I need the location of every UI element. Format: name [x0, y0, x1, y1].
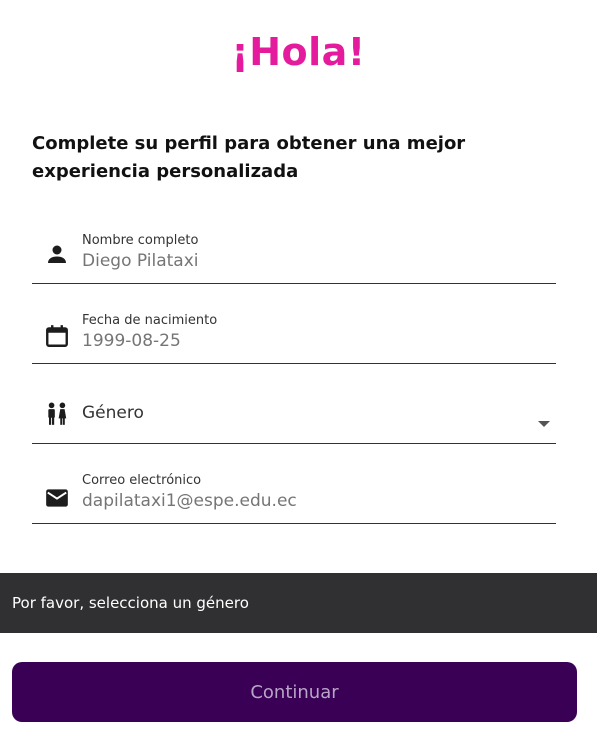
name-label: Nombre completo: [82, 233, 199, 248]
mail-icon: [44, 485, 70, 511]
name-input[interactable]: [82, 251, 522, 271]
snackbar-message: Por favor, selecciona un género: [12, 594, 249, 612]
birthdate-label: Fecha de nacimiento: [82, 313, 218, 328]
email-field[interactable]: Correo electrónico: [32, 473, 556, 524]
birthdate-field[interactable]: Fecha de nacimiento: [32, 313, 556, 364]
birthdate-input[interactable]: [82, 331, 522, 351]
snackbar: Por favor, selecciona un género: [0, 573, 597, 633]
page-title: ¡Hola!: [231, 30, 366, 74]
email-input[interactable]: [82, 491, 522, 511]
gender-select[interactable]: Género: [32, 393, 556, 444]
page-subtitle: Complete su perfil para obtener una mejo…: [32, 133, 466, 182]
name-field[interactable]: Nombre completo: [32, 233, 556, 284]
person-icon: [44, 241, 70, 267]
calendar-icon: [44, 323, 70, 349]
continue-button[interactable]: Continuar: [12, 662, 577, 722]
email-label: Correo electrónico: [82, 473, 202, 488]
chevron-down-icon[interactable]: [538, 421, 550, 427]
gender-select-value: Género: [82, 403, 144, 423]
gender-icon: [44, 401, 70, 427]
